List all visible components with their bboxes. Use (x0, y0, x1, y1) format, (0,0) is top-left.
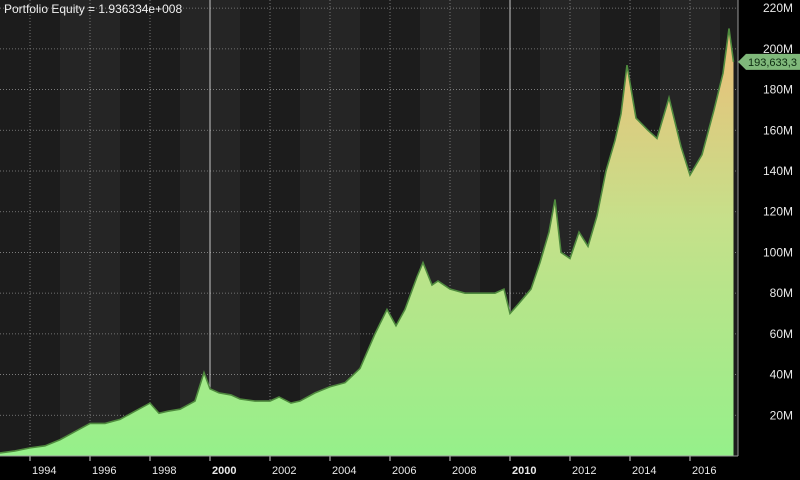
y-tick-label: 160M (763, 123, 793, 137)
y-tick-label: 80M (770, 286, 793, 300)
y-tick-label: 180M (763, 83, 793, 97)
equity-chart: 20M 40M 60M 80M 100M 120M 140M 160M 180M 200M 220M… (0, 0, 800, 480)
x-tick-label: 1994 (32, 465, 56, 477)
x-tick-label: 2016 (692, 465, 716, 477)
y-tick-label: 20M (770, 408, 793, 422)
y-tick-label: 40M (770, 368, 793, 382)
y-tick-label: 140M (763, 164, 793, 178)
y-tick-label: 220M (763, 1, 793, 15)
y-tick-label: 60M (770, 327, 793, 341)
x-tick-label: 2002 (272, 465, 296, 477)
x-tick-label: 2012 (572, 465, 596, 477)
x-tick-label: 2014 (632, 465, 656, 477)
last-value-label: 193,633,3 (748, 57, 797, 69)
y-tick-label: 120M (763, 205, 793, 219)
x-tick-label: 1996 (92, 465, 116, 477)
x-tick-label: 1998 (152, 465, 176, 477)
last-value-marker: 193,633,3 (738, 53, 800, 70)
x-tick-label: 2000 (212, 465, 236, 477)
chart-title: Portfolio Equity = 1.936334e+008 (4, 2, 182, 16)
equity-chart-svg: 20M 40M 60M 80M 100M 120M 140M 160M 180M 200M 220M… (0, 0, 800, 480)
x-tick-label: 2008 (452, 465, 476, 477)
x-tick-label: 2006 (392, 465, 416, 477)
x-tick-label: 2010 (512, 465, 536, 477)
y-tick-label: 100M (763, 245, 793, 259)
x-tick-label: 2004 (332, 465, 356, 477)
y-tick-label: 200M (763, 42, 793, 56)
